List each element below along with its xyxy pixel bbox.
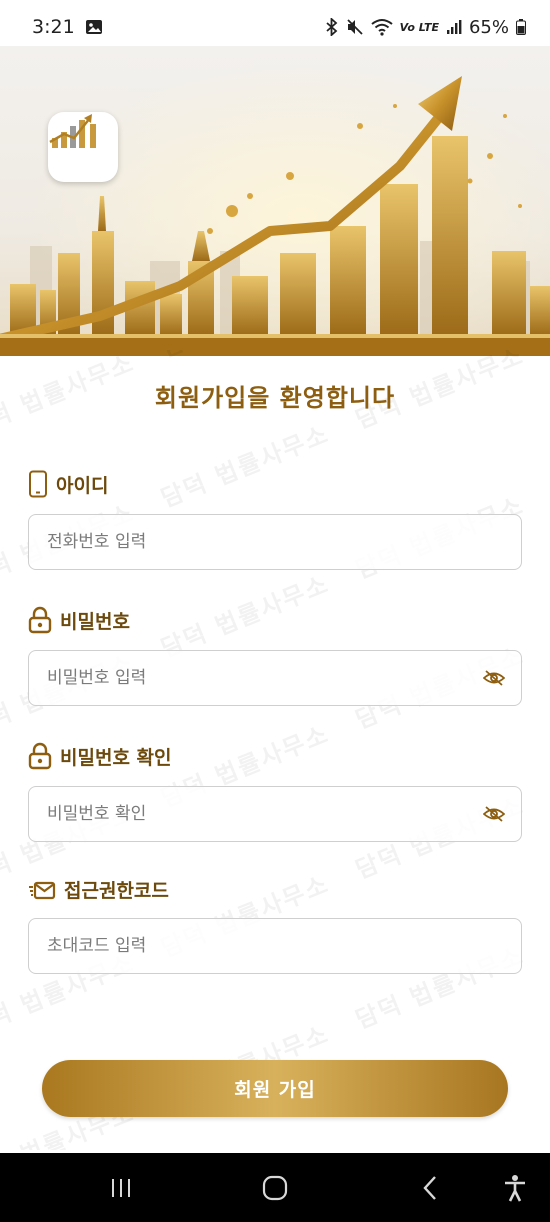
battery-icon xyxy=(516,19,526,35)
app-logo xyxy=(48,112,118,182)
password-input-box[interactable] xyxy=(28,650,522,706)
network-type-label: Vo LTE xyxy=(399,20,439,34)
recent-apps-icon xyxy=(112,1178,130,1197)
accessibility-icon xyxy=(505,1174,525,1202)
access-code-field-label: 접근권한코드 xyxy=(28,876,169,903)
password-confirm-input-box[interactable] xyxy=(28,786,522,842)
mute-icon xyxy=(346,18,364,36)
id-field-label: 아이디 xyxy=(28,470,108,498)
back-button[interactable] xyxy=(395,1153,465,1222)
access-code-input-box[interactable] xyxy=(28,918,522,974)
watermark-text: 담덕 법률사무소 xyxy=(156,419,334,513)
clock: 3:21 xyxy=(32,16,75,38)
lock-icon xyxy=(28,606,52,634)
password-field-label: 비밀번호 xyxy=(28,606,130,634)
accessibility-button[interactable] xyxy=(480,1153,550,1222)
bluetooth-icon xyxy=(325,18,339,36)
password-confirm-label-text: 비밀번호 확인 xyxy=(60,746,172,769)
hero-illustration xyxy=(0,46,550,356)
phone-icon xyxy=(28,470,48,498)
access-code-label-text: 접근권한코드 xyxy=(64,880,169,902)
recent-apps-button[interactable] xyxy=(86,1153,156,1222)
eye-slash-icon[interactable] xyxy=(483,805,505,823)
envelope-icon xyxy=(28,878,56,902)
hero-banner xyxy=(0,46,550,356)
rising-bar-chart-logo-icon xyxy=(49,114,96,148)
battery-percent: 65% xyxy=(468,16,509,38)
access-code-input[interactable] xyxy=(45,935,505,957)
home-button[interactable] xyxy=(240,1153,310,1222)
password-confirm-input[interactable] xyxy=(45,803,483,825)
id-input-box[interactable] xyxy=(28,514,522,570)
back-icon xyxy=(423,1175,436,1200)
eye-slash-icon[interactable] xyxy=(483,669,505,687)
page-title: 회원가입을 환영합니다 xyxy=(154,384,396,412)
lock-icon xyxy=(28,742,52,770)
password-confirm-field-label: 비밀번호 확인 xyxy=(28,742,172,770)
signal-icon xyxy=(446,19,462,35)
id-input[interactable] xyxy=(45,531,505,553)
signup-button[interactable]: 회원 가입 xyxy=(42,1060,508,1117)
password-label-text: 비밀번호 xyxy=(60,610,130,633)
watermark-text: 담덕 법률사무소 xyxy=(156,569,334,663)
password-input[interactable] xyxy=(45,667,483,689)
id-label-text: 아이디 xyxy=(56,474,109,497)
gallery-notification-icon xyxy=(85,18,103,36)
system-nav-bar xyxy=(0,1153,550,1222)
wifi-icon xyxy=(371,18,393,36)
home-icon xyxy=(262,1175,288,1200)
